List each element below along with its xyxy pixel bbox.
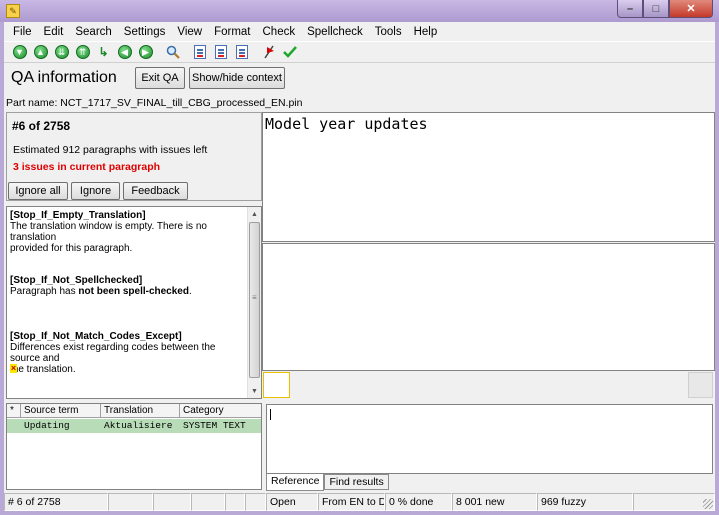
menu-settings[interactable]: Settings <box>118 26 172 38</box>
ignore-all-button[interactable]: Ignore all <box>8 182 68 200</box>
issue-description: The translation window is empty. There i… <box>10 221 207 243</box>
col-star[interactable]: * <box>7 404 21 418</box>
status-new: 8 001 new <box>452 493 537 511</box>
issue-text-bold: not been spell-checked <box>78 286 189 297</box>
paragraph-counter: #6 of 2758 <box>12 119 71 133</box>
menu-search[interactable]: Search <box>69 26 117 38</box>
term-table[interactable]: * Source term Translation Category Updat… <box>6 403 262 490</box>
app-window: File Edit Search Settings View Format Ch… <box>4 22 715 511</box>
jump-icon[interactable]: ↳ <box>93 42 114 62</box>
title-bar[interactable]: ✎ – □ ✕ <box>0 0 719 22</box>
reference-pane[interactable] <box>266 404 713 474</box>
right-arrow-icon[interactable]: ▶ <box>135 42 156 62</box>
col-translation[interactable]: Translation <box>101 404 180 418</box>
issues-in-paragraph: 3 issues in current paragraph <box>13 161 161 173</box>
tab-find-results[interactable]: Find results <box>324 474 389 490</box>
doc-icon-3[interactable] <box>231 42 252 62</box>
source-pane[interactable]: Model year updates <box>262 112 715 242</box>
menu-spellcheck[interactable]: Spellcheck <box>301 26 369 38</box>
status-cell <box>245 493 266 511</box>
status-cell <box>225 493 245 511</box>
status-cell <box>191 493 225 511</box>
part-name: Part name: NCT_1717_SV_FINAL_till_CBG_pr… <box>6 97 303 109</box>
issue-rule: [Stop_If_Empty_Translation] <box>10 210 146 221</box>
segment-marker[interactable] <box>263 372 290 398</box>
issue-item[interactable]: [Stop_If_Not_Spellchecked] Paragraph has… <box>10 275 245 297</box>
text-caret <box>270 409 271 420</box>
issue-description: Paragraph has not been spell-checked. <box>10 286 245 297</box>
issue-list-scrollbar[interactable]: ▲ ▼ <box>247 207 261 398</box>
scroll-down-icon[interactable]: ▼ <box>248 384 261 398</box>
status-progress: 0 % done <box>385 493 452 511</box>
scroll-up-icon[interactable]: ▲ <box>248 207 261 221</box>
issue-list[interactable]: [Stop_If_Empty_Translation] The translat… <box>6 206 262 399</box>
minimize-icon[interactable]: – <box>617 0 643 18</box>
status-open: Open <box>266 493 318 511</box>
menu-tools[interactable]: Tools <box>369 26 408 38</box>
down-arrow-icon[interactable]: ▼ <box>9 42 30 62</box>
doc-icon-1[interactable] <box>189 42 210 62</box>
issue-marker-icon: × <box>10 363 17 373</box>
issue-description: Differences exist regarding codes betwee… <box>10 342 216 364</box>
menu-format[interactable]: Format <box>208 26 256 38</box>
window-controls: – □ ✕ <box>617 0 713 19</box>
status-cell <box>108 493 153 511</box>
menu-file[interactable]: File <box>7 26 38 38</box>
status-cell <box>633 493 715 511</box>
cell-source: Updating <box>24 420 70 431</box>
menu-help[interactable]: Help <box>408 26 444 38</box>
issue-description: provided for this paragraph. <box>10 243 133 254</box>
cell-star <box>7 419 21 433</box>
issue-rule: [Stop_If_Not_Spellchecked] <box>10 275 143 286</box>
exit-qa-button[interactable]: Exit QA <box>135 67 185 89</box>
double-down-icon[interactable]: ⇊ <box>51 42 72 62</box>
issue-text: . <box>188 286 192 297</box>
bottom-tabs: Reference Find results <box>266 474 389 491</box>
menu-view[interactable]: View <box>171 26 208 38</box>
doc-icon-2[interactable] <box>210 42 231 62</box>
status-fuzzy: 969 fuzzy <box>537 493 633 511</box>
term-table-header: * Source term Translation Category <box>7 404 261 418</box>
source-text: Model year updates <box>265 115 428 133</box>
table-row[interactable]: Updating Aktualisiere SYSTEM TEXT <box>7 419 261 433</box>
col-source-term[interactable]: Source term <box>21 404 101 418</box>
maximize-icon[interactable]: □ <box>643 0 669 18</box>
check-icon[interactable] <box>279 42 300 62</box>
cell-translation: Aktualisiere <box>104 420 173 431</box>
menu-check[interactable]: Check <box>257 26 302 38</box>
status-cell <box>153 493 191 511</box>
double-up-icon[interactable]: ⇈ <box>72 42 93 62</box>
ignore-button[interactable]: Ignore <box>71 182 120 200</box>
close-icon[interactable]: ✕ <box>669 0 713 18</box>
resize-grip-icon[interactable] <box>703 499 713 509</box>
left-arrow-icon[interactable]: ◀ <box>114 42 135 62</box>
issue-text: Paragraph has <box>10 286 79 297</box>
search-icon[interactable] <box>162 42 183 62</box>
translation-pane[interactable] <box>262 243 715 371</box>
scroll-thumb[interactable] <box>249 222 260 378</box>
app-icon[interactable]: ✎ <box>6 4 20 18</box>
feedback-button[interactable]: Feedback <box>123 182 188 200</box>
status-bar: # 6 of 2758 Open From EN to DE 0 % done … <box>4 493 715 511</box>
estimated-remaining: Estimated 912 paragraphs with issues lef… <box>13 144 208 156</box>
menu-bar: File Edit Search Settings View Format Ch… <box>4 22 715 41</box>
col-category[interactable]: Category <box>180 404 261 418</box>
cell-category: SYSTEM TEXT <box>183 420 246 431</box>
menu-edit[interactable]: Edit <box>38 26 70 38</box>
qa-title: QA information <box>11 69 117 86</box>
side-block <box>688 372 713 398</box>
tab-reference[interactable]: Reference <box>266 474 325 491</box>
issue-rule: [Stop_If_Not_Match_Codes_Except] <box>10 331 182 342</box>
status-language: From EN to DE <box>318 493 385 511</box>
issue-item[interactable]: [Stop_If_Not_Match_Codes_Except] Differe… <box>10 331 245 375</box>
issue-description: the translation. <box>10 364 76 375</box>
issue-item[interactable]: [Stop_If_Empty_Translation] The translat… <box>10 210 245 254</box>
status-counter: # 6 of 2758 <box>4 493 108 511</box>
stop-icon[interactable] <box>258 42 279 62</box>
show-hide-context-button[interactable]: Show/hide context <box>189 67 285 89</box>
toolbar: ▼ ▲ ⇊ ⇈ ↳ ◀ ▶ <box>4 41 715 63</box>
up-arrow-icon[interactable]: ▲ <box>30 42 51 62</box>
